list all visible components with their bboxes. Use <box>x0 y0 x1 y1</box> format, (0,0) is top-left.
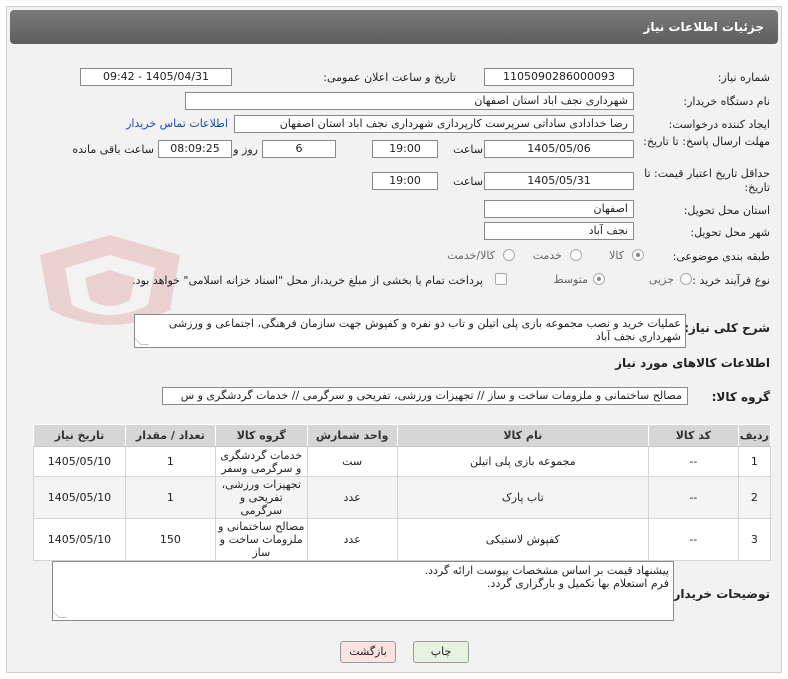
back-button[interactable]: بازگشت <box>340 641 396 663</box>
validity-label: حداقل تاریخ اعتبار قیمت: تا تاریخ: <box>644 167 770 194</box>
cell-code: -- <box>647 446 739 477</box>
remaining-word: ساعت باقی مانده <box>72 143 154 156</box>
remaining-time-field: 08:09:25 <box>158 140 232 158</box>
cell-unit: عدد <box>306 518 398 561</box>
resize-grip-icon <box>135 337 149 345</box>
city-field: نجف آباد <box>484 222 634 240</box>
col-header-row: ردیف <box>737 424 772 447</box>
process-option-minor: جزیی <box>648 273 674 286</box>
col-header-date: تاریخ نیاز <box>33 424 126 447</box>
page-header: جزئیات اطلاعات نیاز <box>10 10 778 44</box>
cell-date: 1405/05/10 <box>33 518 126 561</box>
days-word: روز و <box>233 143 258 156</box>
col-header-qty: تعداد / مقدار <box>124 424 216 447</box>
resize-grip-icon <box>53 610 67 618</box>
print-button[interactable]: چاپ <box>413 641 469 663</box>
table-row: 2 -- تاب پارک عدد تجهیزات ورزشی، تفریحی … <box>33 476 772 519</box>
cell-name: تاب پارک <box>396 476 649 519</box>
cell-date: 1405/05/10 <box>33 446 126 477</box>
process-radio-minor[interactable] <box>680 273 692 285</box>
province-label: استان محل تحویل: <box>683 204 770 217</box>
contact-buyer-link[interactable]: اطلاعات تماس خریدار <box>126 117 228 130</box>
cell-row: 1 <box>737 446 772 477</box>
col-header-name: نام کالا <box>396 424 649 447</box>
category-option-service: خدمت <box>532 249 562 262</box>
description-text: عملیات خرید و نصب مجموعه بازی پلی اتیلن … <box>168 317 681 343</box>
cell-code: -- <box>647 476 739 519</box>
requester-field: رضا خدادادی ساداتی سرپرست کارپردازی شهرد… <box>234 115 634 133</box>
col-header-group: گروه کالا <box>214 424 308 447</box>
cell-qty: 150 <box>124 518 216 561</box>
goods-info-title: اطلاعات کالاهای مورد نیاز <box>615 356 770 370</box>
category-option-goods: کالا <box>609 249 624 262</box>
goods-table: ردیف کد کالا نام کالا واحد شمارش گروه کا… <box>33 424 772 561</box>
description-label: شرح کلی نیاز: <box>684 321 770 335</box>
cell-group: تجهیزات ورزشی، تفریحی و سرگرمی <box>214 476 308 519</box>
payment-note: پرداخت تمام یا بخشی از مبلغ خرید،از محل … <box>132 274 483 287</box>
process-option-medium: متوسط <box>553 273 588 286</box>
cell-qty: 1 <box>124 446 216 477</box>
page-title: جزئیات اطلاعات نیاز <box>643 20 764 34</box>
process-radio-medium[interactable] <box>593 273 605 285</box>
col-header-unit: واحد شمارش <box>306 424 398 447</box>
buyer-notes-textarea[interactable]: پیشنهاد قیمت بر اساس مشخصات پیوست ارائه … <box>52 561 674 621</box>
announce-field: 1405/04/31 - 09:42 <box>80 68 232 86</box>
cell-row: 3 <box>737 518 772 561</box>
need-number-label: شماره نیاز: <box>717 71 770 84</box>
goods-group-label: گروه کالا: <box>711 390 770 404</box>
cell-row: 2 <box>737 476 772 519</box>
buyer-org-label: نام دستگاه خریدار: <box>683 95 770 108</box>
province-field: اصفهان <box>484 200 634 218</box>
buyer-notes-line-1: پیشنهاد قیمت بر اساس مشخصات پیوست ارائه … <box>424 564 669 577</box>
cell-unit: عدد <box>306 476 398 519</box>
goods-group-field: مصالح ساختمانی و ملزومات ساخت و ساز // ت… <box>162 387 688 405</box>
validity-time-field: 19:00 <box>372 172 438 190</box>
buyer-notes-label: توضیحات خریدار: <box>668 587 770 601</box>
validity-time-word: ساعت <box>453 175 483 188</box>
cell-name: مجموعه بازی پلی اتیلن <box>396 446 649 477</box>
cell-group: مصالح ساختمانی و ملزومات ساخت و ساز <box>214 518 308 561</box>
days-field: 6 <box>262 140 336 158</box>
buyer-org-field: شهرداری نجف اباد استان اصفهان <box>185 92 634 110</box>
category-radio-goods-service[interactable] <box>503 249 515 261</box>
cell-group: خدمات گردشگری و سرگرمی وسفر <box>214 446 308 477</box>
need-number-field: 1105090286000093 <box>484 68 634 86</box>
category-label: طبقه بندی موضوعی: <box>672 250 770 263</box>
category-option-goods-service: کالا/خدمت <box>447 249 495 262</box>
cell-date: 1405/05/10 <box>33 476 126 519</box>
deadline-label: مهلت ارسال پاسخ: تا تاریخ: <box>643 135 770 148</box>
cell-qty: 1 <box>124 476 216 519</box>
treasury-payment-checkbox[interactable] <box>495 273 507 285</box>
deadline-time-word: ساعت <box>453 143 483 156</box>
buyer-notes-line-2: فرم استعلام بها تکمیل و بارگزاری گردد. <box>487 577 669 590</box>
category-radio-service[interactable] <box>570 249 582 261</box>
category-radio-goods[interactable] <box>632 249 644 261</box>
announce-label: تاریخ و ساعت اعلان عمومی: <box>323 71 456 84</box>
deadline-time-field: 19:00 <box>372 140 438 158</box>
cell-name: کفپوش لاستیکی <box>396 518 649 561</box>
deadline-date-field: 1405/05/06 <box>484 140 634 158</box>
description-textarea[interactable]: عملیات خرید و نصب مجموعه بازی پلی اتیلن … <box>134 314 686 348</box>
city-label: شهر محل تحویل: <box>690 226 770 239</box>
validity-date-field: 1405/05/31 <box>484 172 634 190</box>
process-label: نوع فرآیند خرید : <box>692 274 770 287</box>
col-header-code: کد کالا <box>647 424 739 447</box>
table-row: 3 -- کفپوش لاستیکی عدد مصالح ساختمانی و … <box>33 518 772 561</box>
table-row: 1 -- مجموعه بازی پلی اتیلن ست خدمات گردش… <box>33 446 772 477</box>
table-header-row: ردیف کد کالا نام کالا واحد شمارش گروه کا… <box>33 424 772 447</box>
requester-label: ایجاد کننده درخواست: <box>668 118 770 131</box>
cell-unit: ست <box>306 446 398 477</box>
cell-code: -- <box>647 518 739 561</box>
